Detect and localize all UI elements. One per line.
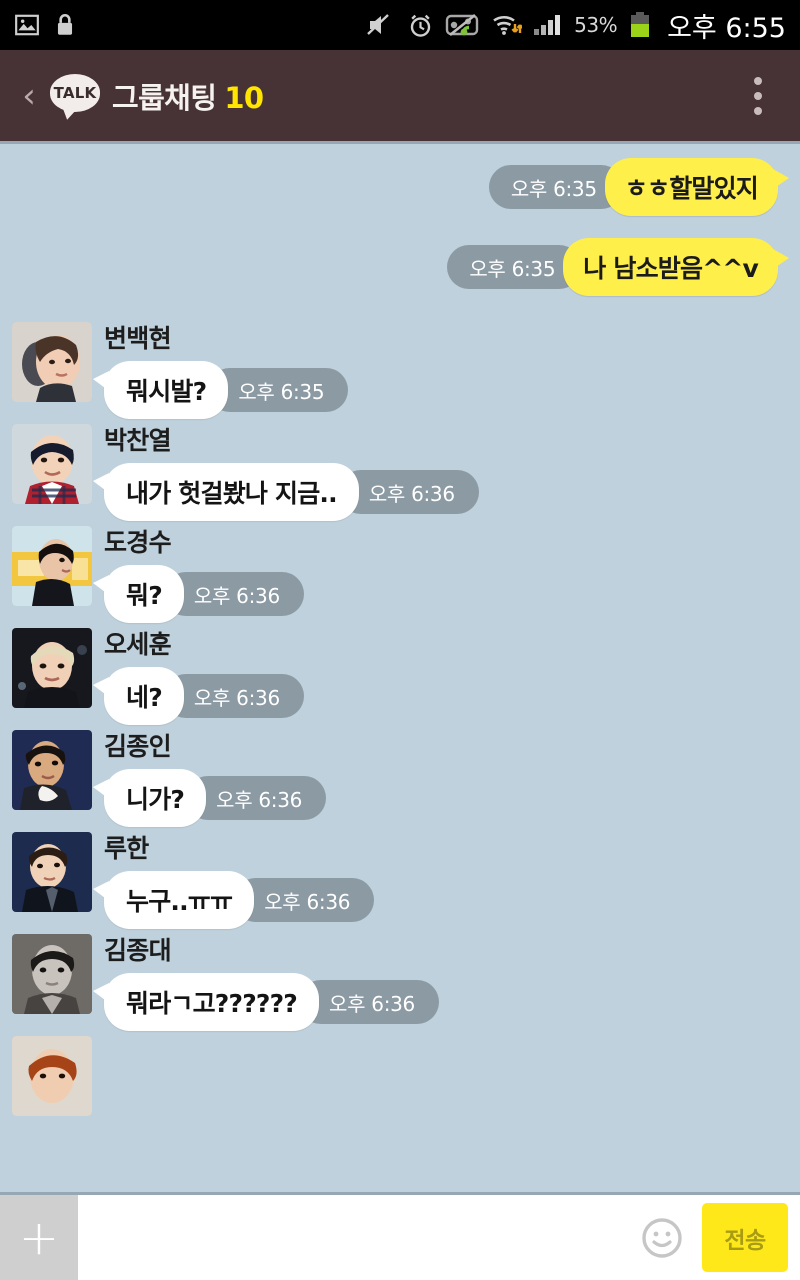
emoticon-icon[interactable] bbox=[626, 1195, 698, 1280]
plus-glyph: + bbox=[18, 1209, 60, 1266]
avatar[interactable] bbox=[12, 526, 92, 606]
message-timestamp: 오후 6:35 bbox=[208, 368, 349, 412]
message-timestamp: 오후 6:36 bbox=[163, 572, 304, 616]
image-icon bbox=[14, 12, 40, 38]
kakaotalk-logo-icon: TALK bbox=[50, 73, 100, 121]
message-input-bar: + 전송 bbox=[0, 1192, 800, 1280]
page-title: 그룹채팅 10 bbox=[112, 75, 264, 117]
message-row-incoming-partial bbox=[0, 1036, 800, 1116]
lock-icon bbox=[54, 12, 76, 38]
mute-icon bbox=[366, 12, 396, 38]
message-sender-name: 도경수 bbox=[104, 528, 172, 557]
message-sender-name: 오세훈 bbox=[104, 630, 172, 659]
status-bar: 53% 오후 6:55 bbox=[0, 0, 800, 50]
phone-screen: 53% 오후 6:55 ‹ TALK 그룹채팅 10 오후 6:35 ㅎㅎ할말있… bbox=[0, 0, 800, 1280]
message-row-incoming: 박찬열 내가 헛걸봤나 지금.. 오후 6:36 bbox=[0, 424, 800, 521]
message-sender-name: 김종대 bbox=[104, 936, 172, 965]
avatar[interactable] bbox=[12, 322, 92, 402]
message-timestamp: 오후 6:36 bbox=[163, 674, 304, 718]
message-bubble-incoming[interactable]: 내가 헛걸봤나 지금.. bbox=[93, 463, 359, 521]
message-sender-name: 변백현 bbox=[104, 324, 172, 353]
avatar[interactable] bbox=[12, 424, 92, 504]
chat-message-list[interactable]: 오후 6:35 ㅎㅎ할말있지 오후 6:35 나 남소받음^^v 변백현 뭐시발… bbox=[0, 144, 800, 1192]
message-timestamp: 오후 6:35 bbox=[488, 165, 623, 209]
message-row-incoming: 오세훈 네? 오후 6:36 bbox=[0, 628, 800, 725]
message-bubble-incoming[interactable]: 뭐라ㄱ고?????? bbox=[92, 973, 320, 1031]
alarm-icon bbox=[407, 12, 434, 39]
avatar[interactable] bbox=[12, 832, 92, 912]
attach-plus-icon[interactable]: + bbox=[0, 1195, 78, 1280]
message-bubble-incoming[interactable]: 뭐시발? bbox=[92, 361, 229, 419]
member-count: 10 bbox=[224, 80, 264, 115]
back-button[interactable]: ‹ bbox=[14, 73, 44, 119]
message-row-incoming: 루한 누구..ㅠㅠ 오후 6:36 bbox=[0, 832, 800, 929]
more-options-icon[interactable] bbox=[738, 68, 778, 124]
status-clock: 오후 6:55 bbox=[667, 12, 786, 44]
message-row-incoming: 김종대 뭐라ㄱ고?????? 오후 6:36 bbox=[0, 934, 800, 1031]
message-bubble-incoming[interactable]: 뭐? bbox=[93, 565, 184, 623]
message-bubble-incoming[interactable]: 누구..ㅠㅠ bbox=[92, 871, 255, 929]
message-bubble-incoming[interactable]: 네? bbox=[93, 667, 184, 725]
message-timestamp: 오후 6:36 bbox=[338, 470, 479, 514]
message-timestamp: 오후 6:35 bbox=[447, 245, 582, 289]
message-row-incoming: 김종인 니가? 오후 6:36 bbox=[0, 730, 800, 827]
app-header: ‹ TALK 그룹채팅 10 bbox=[0, 50, 800, 144]
message-input[interactable] bbox=[78, 1195, 626, 1280]
avatar[interactable] bbox=[12, 934, 92, 1014]
message-sender-name: 루한 bbox=[104, 834, 149, 863]
talk-logo-text: TALK bbox=[53, 83, 97, 102]
message-bubble-outgoing[interactable]: 나 남소받음^^v bbox=[563, 238, 789, 296]
message-row-outgoing: 오후 6:35 ㅎㅎ할말있지 bbox=[0, 158, 800, 216]
avatar[interactable] bbox=[12, 1036, 92, 1116]
message-sender-name: 김종인 bbox=[104, 732, 172, 761]
avatar[interactable] bbox=[12, 730, 92, 810]
message-timestamp: 오후 6:36 bbox=[186, 776, 327, 820]
message-bubble-incoming[interactable]: 니가? bbox=[92, 769, 207, 827]
message-timestamp: 오후 6:36 bbox=[234, 878, 375, 922]
send-button[interactable]: 전송 bbox=[702, 1203, 788, 1272]
avatar[interactable] bbox=[12, 628, 92, 708]
message-sender-name: 박찬열 bbox=[104, 426, 172, 455]
battery-percent: 53% bbox=[574, 13, 618, 37]
sync-off-icon bbox=[445, 12, 479, 38]
wifi-icon bbox=[490, 12, 523, 38]
message-row-incoming: 변백현 뭐시발? 오후 6:35 bbox=[0, 322, 800, 419]
battery-icon bbox=[628, 11, 652, 39]
message-row-outgoing: 오후 6:35 나 남소받음^^v bbox=[0, 238, 800, 296]
message-bubble-outgoing[interactable]: ㅎㅎ할말있지 bbox=[604, 158, 790, 216]
message-sender-name bbox=[104, 1036, 800, 1040]
message-row-incoming: 도경수 뭐? 오후 6:36 bbox=[0, 526, 800, 623]
room-name: 그룹채팅 bbox=[112, 80, 217, 115]
message-timestamp: 오후 6:36 bbox=[299, 980, 439, 1024]
signal-icon bbox=[533, 12, 563, 38]
